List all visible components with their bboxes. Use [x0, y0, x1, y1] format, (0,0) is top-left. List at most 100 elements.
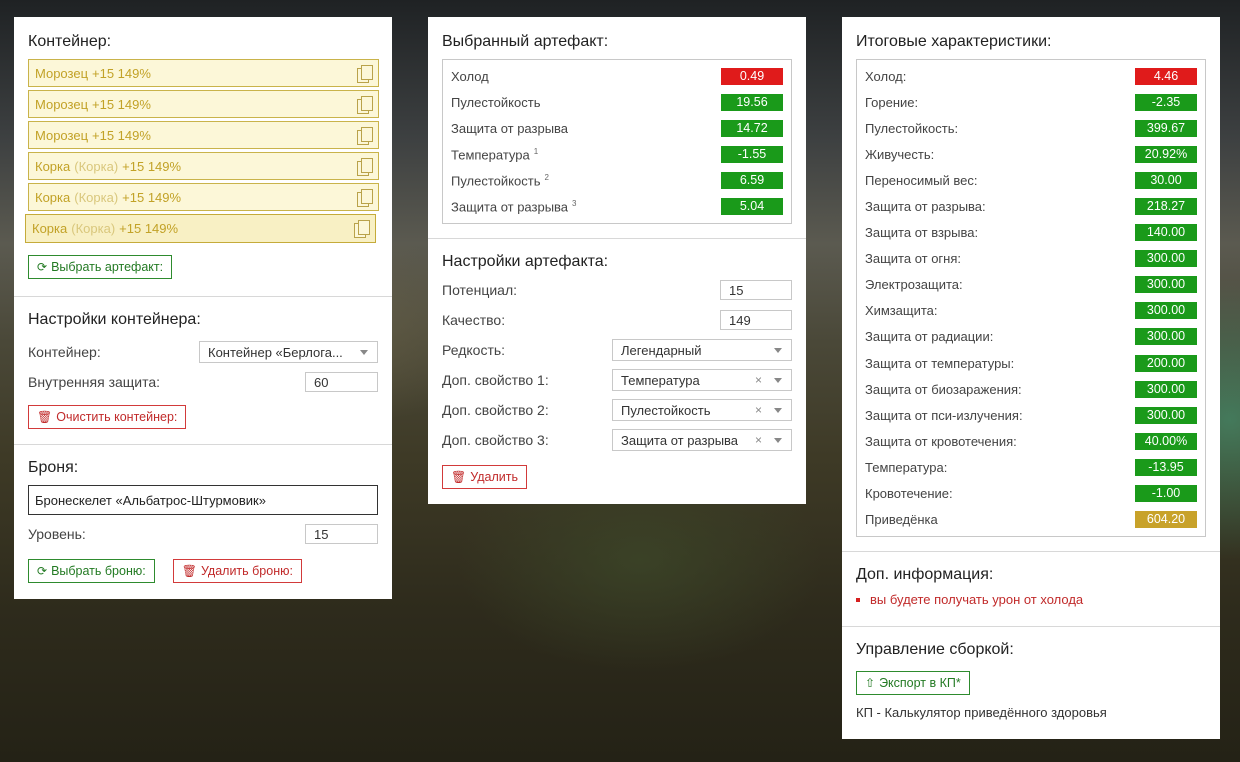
- build-title: Управление сборкой:: [856, 641, 1014, 658]
- clear-icon[interactable]: ×: [755, 403, 762, 417]
- chevron-down-icon: [360, 350, 368, 355]
- stat-value: -2.35: [1135, 93, 1197, 111]
- stat-row: Защита от разрыва: 218.27: [865, 193, 1197, 219]
- trash-icon: 🗑: [37, 410, 53, 424]
- stat-label-text: Защита от температуры:: [865, 355, 1015, 371]
- container-item-name: Морозец: [35, 127, 89, 143]
- prop1-select[interactable]: Температура ×: [612, 369, 792, 391]
- stat-value: 300.00: [1135, 276, 1197, 294]
- delete-artifact-button[interactable]: 🗑 Удалить: [442, 465, 527, 489]
- info-item: вы будете получать урон от холода: [856, 592, 1206, 607]
- copy-icon[interactable]: [357, 96, 373, 114]
- copy-icon[interactable]: [357, 158, 373, 176]
- totals-section: Итоговые характеристики: Холод: 4.46 Горен…: [842, 17, 1220, 552]
- container-item[interactable]: Корка (Корка) +15 149%: [28, 152, 379, 180]
- container-item-sub: (Корка): [71, 221, 116, 236]
- stat-row: Живучесть: 20.92%: [865, 141, 1197, 167]
- stat-value: -1.00: [1135, 485, 1197, 503]
- stat-value: 300.00: [1135, 380, 1197, 398]
- copy-icon[interactable]: [357, 127, 373, 145]
- trash-icon: 🗑: [181, 564, 197, 578]
- copy-icon[interactable]: [357, 65, 373, 83]
- inner-protection-input[interactable]: 60: [305, 372, 378, 392]
- stat-value: 200.00: [1135, 354, 1197, 372]
- prop1-label: Доп. свойство 1:: [442, 372, 549, 388]
- quality-input[interactable]: 149: [720, 310, 792, 330]
- stat-label-text: Электрозащита:: [865, 277, 963, 293]
- armor-level-row: Уровень: 15: [28, 519, 378, 549]
- container-label: Контейнер:: [28, 344, 101, 360]
- delete-armor-button[interactable]: 🗑 Удалить броню:: [172, 559, 302, 583]
- container-section: Контейнер: Морозец +15 149% Морозец +15 149…: [14, 17, 392, 297]
- select-armor-button[interactable]: ⟳ Выбрать броню:: [28, 559, 155, 583]
- container-row: Контейнер: Контейнер «Берлога...: [28, 337, 378, 367]
- stat-row: Защита от огня: 300.00: [865, 246, 1197, 272]
- stat-label: Защита от температуры:: [865, 356, 1014, 371]
- selected-artifact-title: Выбранный артефакт:: [442, 33, 609, 50]
- copy-icon[interactable]: [354, 220, 370, 238]
- container-list: Морозец +15 149% Морозец +15 149% Морозец +15…: [25, 59, 379, 243]
- artifact-settings-section: Настройки артефакта: Потенциал: 15 Качес…: [428, 239, 806, 501]
- stat-label: Защита от разрыва:: [865, 199, 986, 214]
- stat-label-text: Защита от радиации:: [865, 329, 994, 345]
- delete-armor-label: Удалить броню:: [200, 564, 293, 578]
- stat-value: 14.72: [721, 119, 783, 137]
- armor-level-input[interactable]: 15: [305, 524, 378, 544]
- stat-label: Пулестойкость 2: [451, 173, 549, 188]
- stat-row: Химзащита: 300.00: [865, 298, 1197, 324]
- middle-panel: Выбранный артефакт: Холод 0.49 Пулестойкос…: [428, 17, 806, 504]
- quality-label: Качество:: [442, 312, 506, 328]
- armor-name-field[interactable]: Бронескелет «Альбатрос-Штурмовик»: [28, 485, 378, 515]
- select-artifact-button[interactable]: ⟳ Выбрать артефакт:: [28, 255, 173, 279]
- clear-container-button[interactable]: 🗑 Очистить контейнер:: [28, 405, 187, 429]
- stat-label: Горение:: [865, 95, 918, 110]
- artifact-settings-title: Настройки артефакта:: [442, 253, 609, 270]
- rarity-label: Редкость:: [442, 342, 506, 358]
- stat-label-text: Холод: [451, 68, 489, 84]
- clear-icon[interactable]: ×: [755, 373, 762, 387]
- totals-title: Итоговые характеристики:: [856, 33, 1052, 50]
- stat-label-text: Пулестойкость:: [865, 120, 959, 136]
- stat-label-text: Переносимый вес:: [865, 172, 978, 188]
- stat-label: Кровотечение:: [865, 486, 953, 501]
- container-item[interactable]: Корка (Корка) +15 149%: [25, 214, 376, 243]
- rarity-select[interactable]: Легендарный: [612, 339, 792, 361]
- stat-row: Защита от температуры: 200.00: [865, 350, 1197, 376]
- container-item-name: Морозец: [35, 96, 89, 112]
- container-select[interactable]: Контейнер «Берлога...: [199, 341, 378, 363]
- stat-label-text: Живучесть:: [865, 146, 935, 162]
- stat-label-text: Горение:: [865, 94, 919, 110]
- prop2-select-value: Пулестойкость: [621, 402, 711, 418]
- clear-icon[interactable]: ×: [755, 433, 762, 447]
- container-item[interactable]: Морозец +15 149%: [28, 59, 379, 87]
- info-item-text: вы будете получать урон от холода: [870, 592, 1084, 607]
- stat-value: 30.00: [1135, 171, 1197, 189]
- potential-input[interactable]: 15: [720, 280, 792, 300]
- stat-label: Защита от пси-излучения:: [865, 408, 1023, 423]
- build-note: КП - Калькулятор приведённого здоровья: [856, 705, 1107, 720]
- stat-value: 300.00: [1135, 302, 1197, 320]
- container-item[interactable]: Корка (Корка) +15 149%: [28, 183, 379, 211]
- stat-label: Защита от кровотечения:: [865, 434, 1017, 449]
- prop3-select[interactable]: Защита от разрыва ×: [612, 429, 792, 451]
- stat-label: Защита от взрыва:: [865, 225, 978, 240]
- clear-container-label: Очистить контейнер:: [56, 410, 178, 424]
- stat-value: 300.00: [1135, 250, 1197, 268]
- stat-row: Кровотечение: -1.00: [865, 481, 1197, 507]
- prop3-select-value: Защита от разрыва: [621, 432, 739, 448]
- inner-protection-row: Внутренняя защита: 60: [28, 367, 378, 397]
- stat-label: Приведёнка: [865, 512, 938, 527]
- stat-row: Защита от разрыва 14.72: [451, 115, 783, 141]
- stat-row: Приведёнка 604.20: [865, 507, 1197, 533]
- container-settings-title: Настройки контейнера:: [28, 311, 201, 328]
- container-item[interactable]: Морозец +15 149%: [28, 121, 379, 149]
- prop2-select[interactable]: Пулестойкость ×: [612, 399, 792, 421]
- container-item[interactable]: Морозец +15 149%: [28, 90, 379, 118]
- rarity-row: Редкость: Легендарный: [442, 335, 792, 365]
- stat-label-text: Химзащита:: [865, 303, 938, 319]
- select-armor-label: Выбрать броню:: [51, 564, 146, 578]
- export-button[interactable]: ⇧ Экспорт в КП*: [856, 671, 970, 695]
- stat-value: 4.46: [1135, 67, 1197, 85]
- copy-icon[interactable]: [357, 189, 373, 207]
- stat-label-text: Защита от биозаражения:: [865, 381, 1022, 397]
